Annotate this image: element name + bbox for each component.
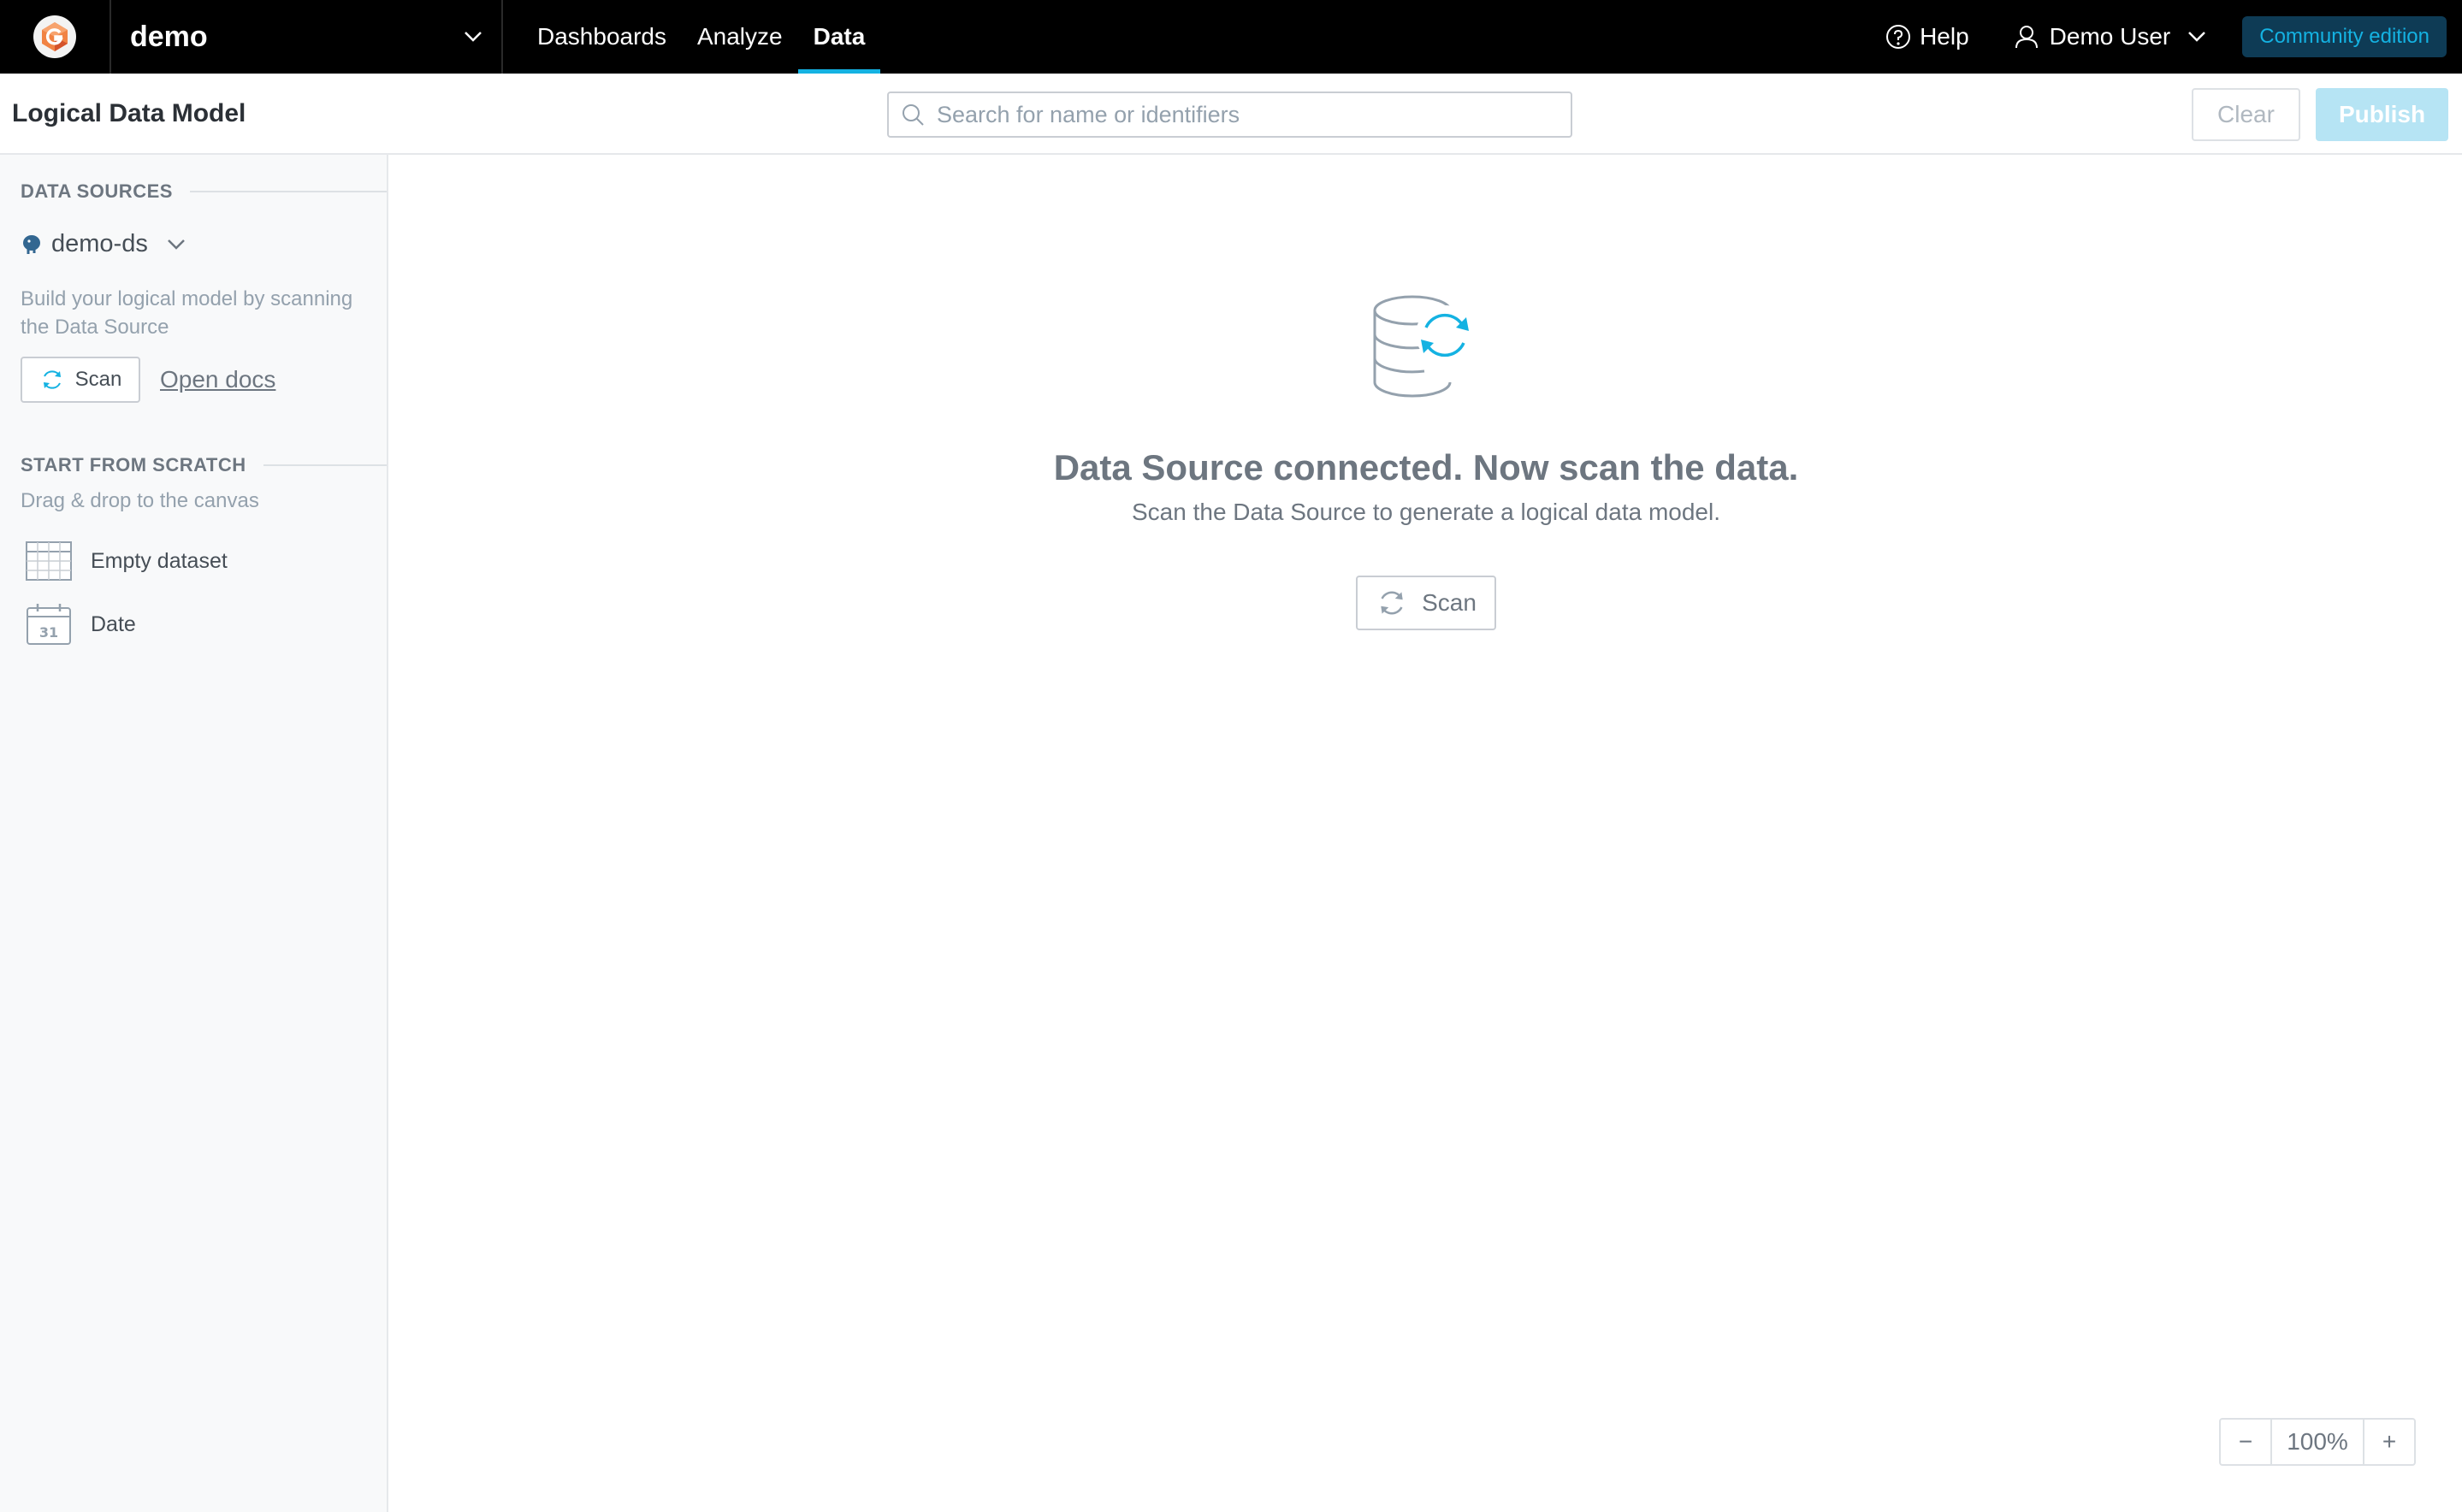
user-icon (2015, 26, 2038, 49)
workspace-name: demo (130, 20, 208, 53)
logo-icon (33, 15, 76, 58)
edition-badge[interactable]: Community edition (2242, 16, 2447, 57)
zoom-level: 100% (2270, 1420, 2364, 1464)
calendar-icon: 31 (27, 604, 71, 645)
empty-dataset-item[interactable]: Empty dataset (26, 541, 228, 581)
open-docs-link[interactable]: Open docs (160, 366, 275, 393)
scratch-hint: Drag & drop to the canvas (21, 489, 259, 512)
search-box[interactable] (887, 92, 1572, 138)
sidebar-scan-label: Scan (74, 368, 122, 391)
help-icon (1886, 25, 1911, 49)
table-icon (26, 541, 72, 581)
model-canvas[interactable]: Data Source connected. Now scan the data… (390, 157, 2462, 1512)
help-label: Help (1920, 23, 1969, 50)
scan-button[interactable]: Scan (1356, 576, 1496, 630)
divider (263, 464, 387, 466)
page-title: Logical Data Model (12, 99, 246, 127)
nav-dashboards[interactable]: Dashboards (522, 0, 682, 74)
zoom-in-button[interactable]: + (2364, 1420, 2414, 1464)
chevron-down-icon (167, 239, 185, 250)
search-input[interactable] (937, 101, 1553, 128)
zoom-control: − 100% + (2219, 1418, 2416, 1466)
top-bar: demo Dashboards Analyze Data Help Demo U… (0, 0, 2462, 74)
user-name: Demo User (2049, 23, 2171, 50)
scratch-heading-label: START FROM SCRATCH (21, 454, 246, 475)
sidebar: DATA SOURCES demo-ds Build your logical … (0, 155, 388, 1512)
top-right-menu: Help Demo User Community edition (1885, 0, 2447, 74)
workspace-switcher[interactable]: demo (111, 0, 503, 74)
scratch-heading: START FROM SCRATCH (21, 454, 387, 476)
zoom-out-button[interactable]: − (2221, 1420, 2270, 1464)
scan-button-label: Scan (1422, 589, 1477, 616)
empty-state-title: Data Source connected. Now scan the data… (1053, 447, 1799, 487)
chevron-down-icon (465, 32, 482, 42)
chevron-down-icon (2188, 32, 2206, 42)
scan-hint: Build your logical model by scanning the… (21, 287, 353, 339)
postgresql-icon (23, 234, 40, 254)
refresh-icon (1381, 591, 1403, 615)
publish-button[interactable]: Publish (2316, 88, 2448, 141)
search-icon (903, 104, 924, 126)
empty-state-subtitle: Scan the Data Source to generate a logic… (1132, 499, 1720, 525)
nav-analyze[interactable]: Analyze (682, 0, 798, 74)
empty-state: Data Source connected. Now scan the data… (390, 293, 2462, 630)
data-sources-heading: DATA SOURCES (21, 180, 387, 203)
data-source-name: demo-ds (51, 230, 148, 257)
ldm-toolbar: Logical Data Model Clear Publish (0, 74, 2462, 155)
clear-button[interactable]: Clear (2192, 88, 2300, 141)
refresh-icon (43, 370, 61, 389)
nav-data[interactable]: Data (797, 0, 881, 74)
sidebar-scan-button[interactable]: Scan (21, 357, 140, 403)
svg-text:31: 31 (39, 624, 58, 641)
empty-dataset-label: Empty dataset (91, 548, 228, 573)
user-menu[interactable]: Demo User (2014, 23, 2207, 50)
date-label: Date (91, 611, 136, 636)
app-logo[interactable] (0, 0, 111, 74)
data-source-select[interactable]: demo-ds (21, 230, 186, 258)
help-menu[interactable]: Help (1885, 23, 1969, 50)
date-item[interactable]: 31 Date (26, 603, 136, 646)
data-sources-heading-label: DATA SOURCES (21, 180, 173, 202)
main-nav: Dashboards Analyze Data (522, 0, 881, 74)
divider (189, 191, 387, 192)
database-scan-icon (1373, 295, 1474, 398)
